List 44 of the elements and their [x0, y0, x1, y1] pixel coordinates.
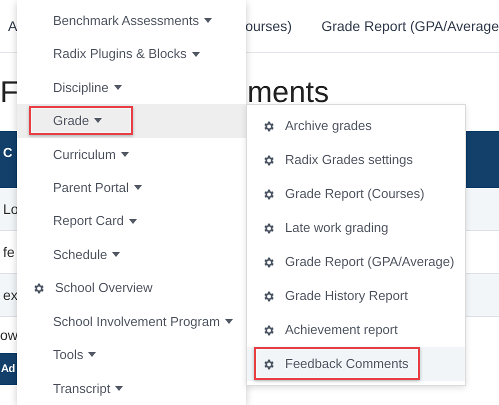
caret-icon	[112, 252, 120, 258]
menu-item[interactable]: School Overview	[17, 271, 246, 305]
submenu-item[interactable]: Late work grading	[247, 211, 465, 245]
menu-item[interactable]: Schedule	[17, 238, 246, 272]
menu-item[interactable]: Report Card	[17, 204, 246, 238]
page-title: F	[0, 74, 18, 110]
gear-icon	[262, 256, 275, 268]
caret-icon	[128, 218, 137, 224]
menu-item[interactable]: Grade	[17, 104, 246, 138]
menu-item[interactable]: Tools	[17, 338, 246, 372]
caret-icon	[134, 185, 142, 190]
gear-icon	[32, 282, 45, 295]
gear-icon	[262, 188, 275, 200]
caret-icon	[192, 52, 200, 57]
caret-icon	[94, 118, 102, 124]
caret-icon	[224, 319, 233, 324]
menu-item[interactable]: Radix Plugins & Blocks	[17, 37, 246, 71]
caret-icon	[114, 85, 122, 90]
menu-item[interactable]: Transcript	[17, 372, 246, 405]
page-title: ments	[247, 74, 329, 110]
caret-icon	[88, 352, 96, 358]
menu-item[interactable]: Benchmark Assessments	[17, 4, 246, 38]
caret-icon	[120, 152, 129, 157]
menu-item[interactable]: Curriculum	[17, 138, 246, 172]
submenu-item[interactable]: Grade History Report	[247, 279, 465, 313]
submenu-item[interactable]: Feedback Comments	[247, 347, 465, 381]
gear-icon	[262, 120, 275, 132]
table-cell-text: ex	[3, 286, 18, 304]
submenu-item[interactable]: Achievement report	[247, 313, 465, 347]
nav-link[interactable]: ourses)	[245, 16, 322, 36]
table-cell-text: fe	[3, 242, 15, 262]
submenu-item[interactable]: Radix Grades settings	[247, 143, 465, 177]
gear-icon	[262, 222, 275, 234]
nav-link[interactable]: Grade Report (GPA/Average	[321, 16, 499, 36]
caret-icon	[115, 386, 124, 391]
menu-item[interactable]: Discipline	[17, 70, 246, 104]
body-text: ow	[0, 326, 18, 344]
gear-icon	[262, 358, 275, 370]
caret-icon	[204, 18, 212, 24]
submenu-item[interactable]: Grade Report (GPA/Average)	[247, 245, 465, 279]
menu-item[interactable]: School Involvement Program	[17, 304, 246, 338]
gear-icon	[262, 154, 275, 166]
gear-icon	[262, 290, 275, 302]
gear-icon	[262, 324, 275, 336]
